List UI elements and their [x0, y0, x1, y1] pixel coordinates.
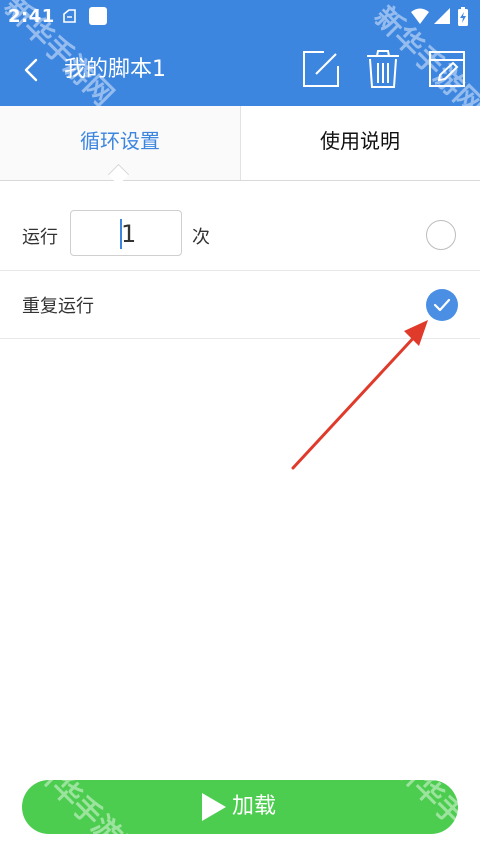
signal-icon [434, 8, 450, 24]
notification-icon [60, 8, 78, 30]
status-time: 2:41 [8, 6, 55, 27]
app-bar: 我的脚本1 [0, 34, 480, 106]
edit-icon [303, 51, 339, 87]
run-count-value: 1 [121, 220, 137, 248]
rename-icon [429, 51, 465, 87]
rename-button[interactable] [428, 50, 468, 90]
delete-button[interactable] [364, 50, 404, 90]
square-icon [88, 6, 108, 30]
load-button[interactable]: 加载 [22, 780, 458, 834]
status-right-icons [410, 6, 472, 26]
run-count-row: 运行 1 次 [0, 201, 480, 271]
script-settings-screen: 2:41 我的脚本1 循环设置 使用说明 运行 1 次 重复运行 加载 新华手游… [0, 0, 480, 855]
repeat-label: 重复运行 [22, 296, 94, 317]
back-icon [24, 58, 38, 82]
edit-button[interactable] [302, 50, 342, 90]
run-count-radio[interactable] [426, 220, 456, 250]
play-icon [202, 793, 226, 821]
back-button[interactable] [16, 54, 48, 86]
run-label: 运行 [22, 227, 58, 248]
checkmark-icon [433, 298, 451, 312]
status-bar: 2:41 [0, 0, 480, 34]
page-title: 我的脚本1 [64, 57, 166, 82]
wifi-icon [411, 8, 429, 24]
run-unit-label: 次 [192, 227, 210, 248]
load-button-content: 加载 [200, 791, 276, 823]
tab-instructions[interactable]: 使用说明 [240, 106, 480, 180]
load-button-label: 加载 [232, 794, 277, 819]
battery-charging-icon [458, 7, 468, 26]
repeat-run-radio[interactable] [426, 289, 458, 321]
trash-icon [367, 50, 399, 88]
tab-strip: 循环设置 使用说明 [0, 106, 480, 181]
repeat-run-row: 重复运行 [0, 271, 480, 339]
run-count-input[interactable]: 1 [70, 210, 182, 256]
